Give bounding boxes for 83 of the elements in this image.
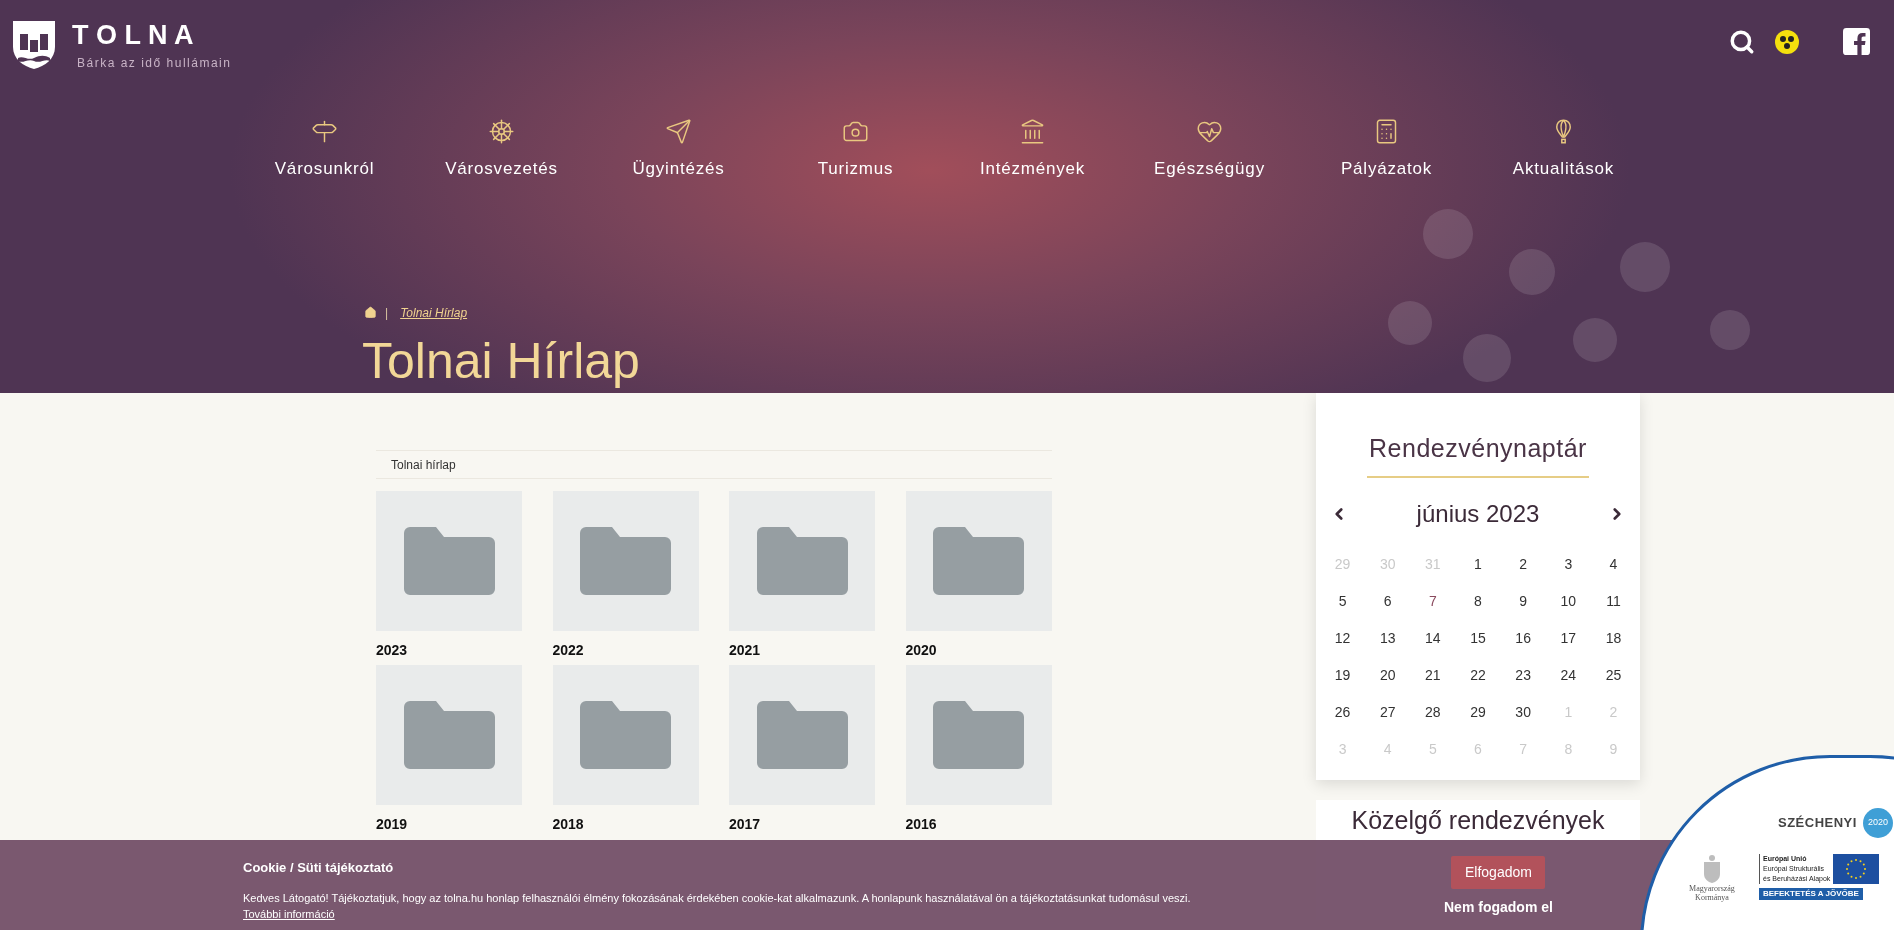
calendar-day[interactable]: 6 (1383, 590, 1392, 612)
search-icon[interactable] (1729, 28, 1755, 55)
home-icon[interactable] (364, 306, 377, 319)
calendar-day[interactable]: 8 (1474, 590, 1482, 612)
coat-of-arms-logo (12, 20, 56, 70)
calendar-day[interactable]: 2 (1519, 553, 1528, 575)
nav-item[interactable]: Városunkról (236, 118, 413, 182)
calendar-day[interactable]: 21 (1425, 664, 1441, 686)
calendar-day[interactable]: 18 (1605, 627, 1622, 649)
more-info-link[interactable]: További információ (243, 906, 335, 923)
badge-slogan: BEFEKTETÉS A JÖVŐBE (1759, 888, 1863, 900)
calendar-month: június 2023 (1416, 498, 1540, 529)
site-tagline: Bárka az idő hullámain (77, 55, 232, 72)
paper-plane-icon (665, 118, 692, 145)
nav-item[interactable]: Aktualitások (1475, 118, 1652, 182)
calendar-day[interactable]: 19 (1334, 664, 1351, 686)
calendar-day[interactable]: 7 (1428, 590, 1437, 612)
folder-card[interactable]: 2021 (729, 491, 875, 659)
accept-button[interactable]: Elfogadom (1451, 856, 1546, 889)
section-label: Tolnai hírlap (391, 456, 456, 474)
breadcrumb-separator: | (385, 304, 389, 322)
accessibility-icon[interactable] (1775, 29, 1799, 54)
calendar-day[interactable]: 1 (1474, 553, 1482, 575)
nav-item[interactable]: Intézmények (944, 118, 1121, 182)
calendar-day[interactable]: 24 (1560, 664, 1577, 686)
facebook-icon[interactable] (1843, 28, 1870, 55)
calendar-day[interactable]: 28 (1425, 701, 1441, 723)
nav-item[interactable]: Turizmus (767, 118, 944, 182)
calendar-day[interactable]: 14 (1425, 627, 1441, 649)
folder-icon (580, 527, 671, 595)
folder-card[interactable]: 2020 (905, 491, 1052, 659)
cookie-title: Cookie / Süti tájékoztató (243, 859, 395, 877)
calendar-day[interactable]: 30 (1515, 701, 1531, 723)
nav-item[interactable]: Egészségügy (1121, 118, 1298, 182)
building-icon (1019, 118, 1046, 145)
folder-icon (403, 527, 495, 595)
government-name: Magyarország Kormánya (1689, 884, 1735, 902)
page-title: Tolnai Hírlap (362, 331, 641, 390)
upcoming-title: Közelgő rendezvények (1351, 806, 1605, 834)
calendar-day[interactable]: 13 (1379, 627, 1396, 649)
calendar-day[interactable]: 26 (1334, 701, 1351, 723)
calendar-day[interactable]: 29 (1470, 701, 1486, 723)
ship-wheel-icon (488, 118, 515, 145)
calendar-day[interactable]: 9 (1519, 590, 1528, 612)
folder-card[interactable]: 2022 (552, 491, 699, 659)
calendar-day[interactable]: 16 (1515, 627, 1531, 649)
calendar-day[interactable]: 27 (1379, 701, 1396, 723)
decline-button[interactable]: Nem fogadom el (1444, 897, 1553, 918)
calendar-day[interactable]: 22 (1470, 664, 1486, 686)
folder-icon (933, 701, 1024, 769)
folder-card[interactable]: 2019 (376, 665, 522, 833)
signpost-icon (311, 118, 338, 145)
folder-icon (933, 527, 1024, 595)
calendar-day[interactable]: 20 (1379, 664, 1396, 686)
badge-title: SZÉCHENYI (1778, 814, 1857, 833)
calendar-day[interactable]: 3 (1564, 553, 1573, 575)
cookie-text: Kedves Látogató! Tájékoztatjuk, hogy az tolna.hu honlap felhasználói élmény fokozásának érdekében cookie-kat alkalmazunk. A honlapunk használatával ön a tájékoztatásunkat tudomásul veszi. (243, 890, 1192, 906)
site-name: T O L N A (72, 20, 195, 50)
coat-of-arms-icon (1702, 854, 1722, 884)
calendar-day[interactable]: 17 (1560, 627, 1577, 649)
calendar-title: Rendezvénynaptár (1367, 430, 1589, 478)
folder-icon (403, 701, 495, 769)
folder-icon (580, 701, 671, 769)
folder-icon (756, 527, 848, 595)
badge-year: 2020 (1862, 808, 1893, 838)
calendar-day[interactable]: 23 (1515, 664, 1531, 686)
calendar-day[interactable]: 5 (1338, 590, 1347, 612)
nav-item[interactable]: Ügyintézés (590, 118, 767, 182)
eu-flag-icon (1833, 854, 1880, 884)
folder-card[interactable]: 2016 (905, 665, 1052, 833)
calendar-day[interactable]: 10 (1560, 590, 1577, 612)
folder-icon (756, 701, 848, 769)
nav-item[interactable]: Pályázatok (1298, 118, 1475, 182)
folder-card[interactable]: 2018 (552, 665, 699, 833)
folder-card[interactable]: 2023 (376, 491, 522, 659)
folder-card[interactable]: 2017 (729, 665, 875, 833)
nav-item[interactable]: Városvezetés (413, 118, 590, 182)
calendar-day[interactable]: 25 (1605, 664, 1622, 686)
calendar-day[interactable]: 11 (1606, 590, 1621, 612)
breadcrumb-link[interactable]: Tolnai Hírlap (400, 303, 468, 322)
calendar-day[interactable]: 4 (1609, 553, 1618, 575)
calendar-day[interactable]: 15 (1470, 627, 1486, 649)
calendar-day[interactable]: 12 (1334, 627, 1351, 649)
